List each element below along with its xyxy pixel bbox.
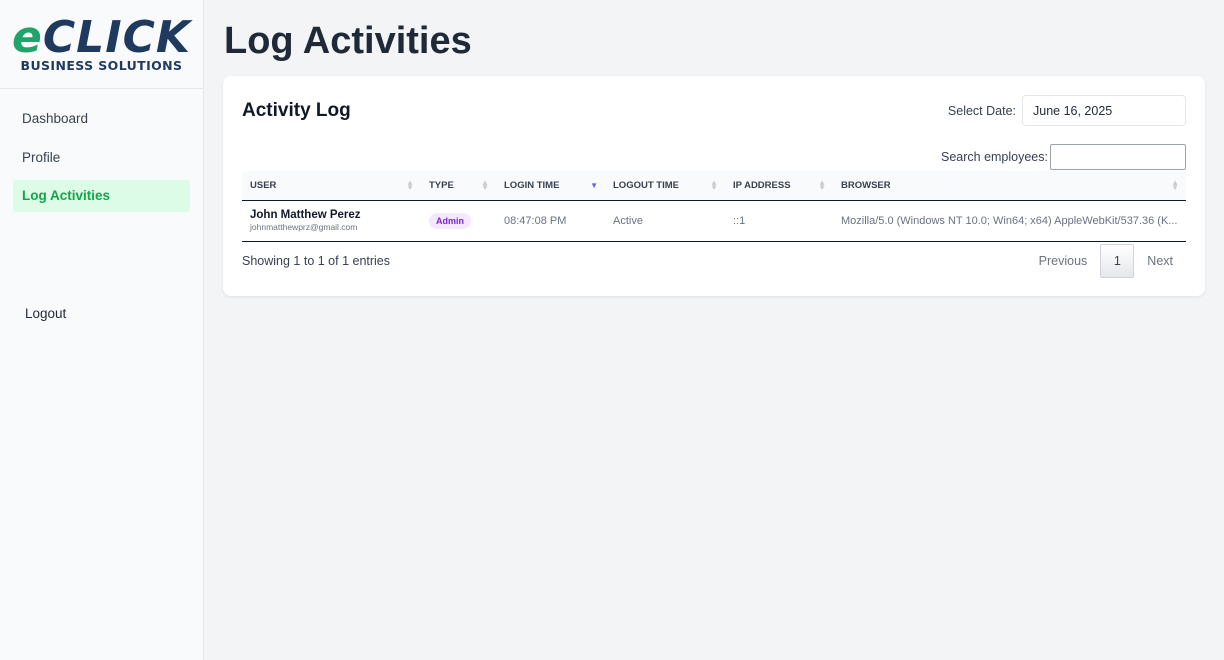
column-label: BROWSER [841,179,891,191]
sort-desc-icon: ▼ [590,181,598,190]
date-input[interactable]: June 16, 2025 [1022,95,1186,126]
logo-click: CLICK [42,11,191,63]
cell-user: John Matthew Perez johnmatthewprz@gmail.… [242,200,421,242]
card-title: Activity Log [242,100,351,121]
cell-ip-address: ::1 [725,200,833,242]
search-input[interactable] [1050,144,1186,170]
column-label: TYPE [429,179,454,191]
column-label: USER [250,179,277,191]
search-filter: Search employees: [941,144,1186,170]
sort-icon: ▲ ▼ [818,178,826,192]
date-label: Select Date: [947,103,1016,118]
user-name: John Matthew Perez [250,209,361,221]
pagination: Previous 1 Next [1026,244,1186,278]
brand-logo[interactable]: eCLICK BUSINESS SOLUTIONS [0,0,203,89]
role-badge: Admin [429,212,471,229]
sort-icon: ▲ ▼ [710,178,718,192]
column-header-login-time[interactable]: LOGIN TIME ▼ [496,171,605,201]
cell-logout-time: Active [605,200,725,242]
logo-wordmark: eCLICK [12,15,191,59]
column-label: LOGIN TIME [504,179,560,191]
table-header-row: USER ▲ ▼ TYPE ▲ ▼ LOGIN TIME ▼ LOGOUT TIME ▲ ▼ … [242,171,1186,201]
column-label: IP ADDRESS [733,179,791,191]
table-row: John Matthew Perez johnmatthewprz@gmail.… [242,200,1186,242]
search-label: Search employees: [940,150,1048,164]
column-header-ip-address[interactable]: IP ADDRESS ▲ ▼ [725,171,833,201]
activity-log-card: Activity Log Select Date: June 16, 2025 … [223,76,1205,296]
cell-type: Admin [421,200,496,242]
column-header-type[interactable]: TYPE ▲ ▼ [421,171,496,201]
column-header-logout-time[interactable]: LOGOUT TIME ▲ ▼ [605,171,725,201]
sort-icon: ▲ ▼ [406,178,414,192]
sort-icon: ▲ ▼ [1171,178,1179,192]
logo-e: e [12,11,43,63]
sidebar-item-dashboard[interactable]: Dashboard [13,103,190,135]
cell-login-time: 08:47:08 PM [496,200,605,242]
sidebar-nav: Dashboard Profile Log Activities [0,103,203,212]
cell-browser: Mozilla/5.0 (Windows NT 10.0; Win64; x64… [833,200,1186,242]
user-email: johnmatthewprz@gmail.com [250,222,358,232]
sidebar-item-profile[interactable]: Profile [13,142,190,174]
page-button-current[interactable]: 1 [1100,244,1135,278]
column-header-browser[interactable]: BROWSER ▲ ▼ [833,171,1186,201]
activity-table: USER ▲ ▼ TYPE ▲ ▼ LOGIN TIME ▼ LOGOUT TIME ▲ ▼ … [242,171,1186,242]
logout-link[interactable]: Logout [25,306,66,321]
sidebar-item-log-activities[interactable]: Log Activities [13,180,190,212]
page-title: Log Activities [224,20,472,62]
sort-icon: ▲ ▼ [481,178,489,192]
next-button[interactable]: Next [1134,254,1186,268]
sidebar: eCLICK BUSINESS SOLUTIONS Dashboard Prof… [0,0,204,660]
previous-button[interactable]: Previous [1026,254,1101,268]
column-label: LOGOUT TIME [613,179,679,191]
entries-info: Showing 1 to 1 of 1 entries [242,254,391,268]
column-header-user[interactable]: USER ▲ ▼ [242,171,421,201]
date-filter: Select Date: June 16, 2025 [948,95,1186,126]
logo-tagline: BUSINESS SOLUTIONS [20,57,183,73]
